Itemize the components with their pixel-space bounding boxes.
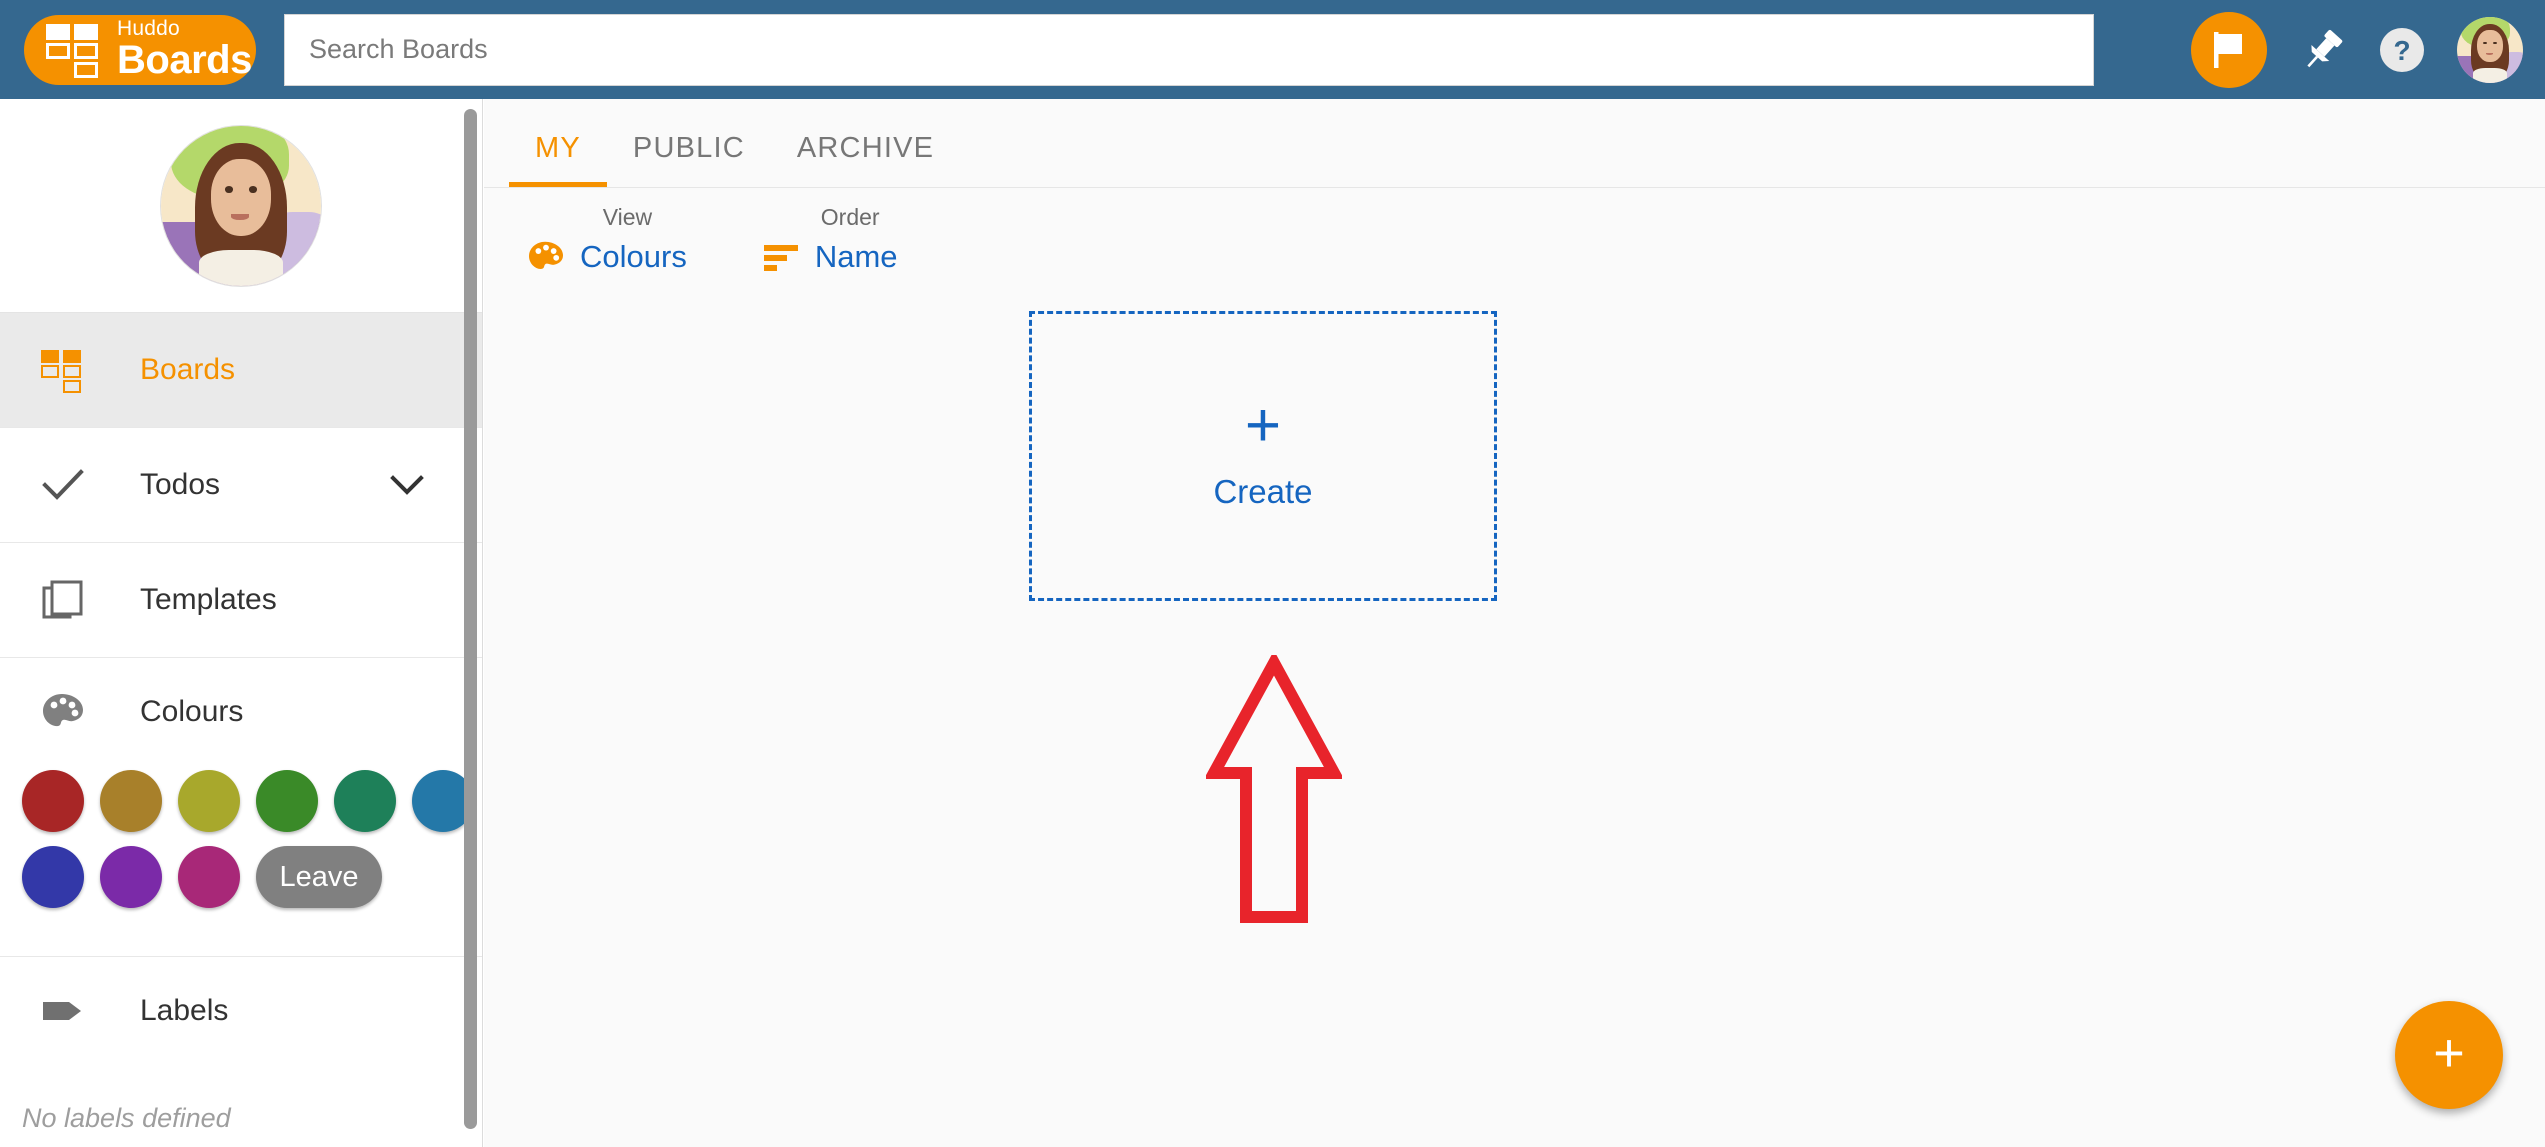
app-logo[interactable]: Huddo Boards bbox=[24, 14, 256, 85]
top-bar: Huddo Boards Search Boards ? bbox=[0, 0, 2545, 99]
colour-swatch[interactable] bbox=[22, 846, 84, 908]
help-question-icon: ? bbox=[2380, 27, 2424, 72]
sidebar-item-label: Templates bbox=[140, 583, 277, 616]
view-caption: View bbox=[602, 204, 653, 230]
create-board-label: Create bbox=[1213, 472, 1313, 510]
order-group: Order Name bbox=[759, 204, 898, 275]
view-order-bar: View Colours Order Name bbox=[484, 188, 2545, 275]
plus-icon: + bbox=[1244, 391, 1282, 461]
logo-boards-text: Boards bbox=[117, 37, 252, 82]
colours-header: Colours bbox=[0, 658, 482, 766]
colour-swatch[interactable] bbox=[100, 770, 162, 832]
pin-button[interactable] bbox=[2299, 26, 2347, 74]
search-input[interactable] bbox=[285, 14, 2093, 85]
tag-icon bbox=[34, 996, 92, 1026]
sidebar-item-templates[interactable]: Templates bbox=[0, 543, 482, 658]
colour-swatches: Leave bbox=[0, 766, 482, 956]
flag-icon bbox=[2214, 31, 2242, 68]
flag-button[interactable] bbox=[2191, 11, 2267, 88]
tab-archive[interactable]: ARCHIVE bbox=[771, 132, 960, 187]
arrow-up-annotation bbox=[1203, 650, 1345, 930]
avatar[interactable] bbox=[2457, 16, 2523, 83]
colour-swatch[interactable] bbox=[22, 770, 84, 832]
order-selector[interactable]: Name bbox=[759, 239, 898, 275]
leave-button[interactable]: Leave bbox=[256, 846, 382, 908]
svg-text:?: ? bbox=[2393, 35, 2410, 66]
colours-title: Colours bbox=[140, 695, 244, 728]
create-board-card[interactable]: + Create bbox=[1029, 311, 1497, 601]
colour-swatch[interactable] bbox=[178, 846, 240, 908]
colour-swatch[interactable] bbox=[256, 770, 318, 832]
sidebar: Boards Todos Templates Colours Leave Lab… bbox=[0, 99, 483, 1147]
palette-icon bbox=[524, 240, 568, 274]
board-tabs: MY PUBLIC ARCHIVE bbox=[484, 99, 2545, 188]
sidebar-item-boards[interactable]: Boards bbox=[0, 313, 482, 428]
order-value: Name bbox=[814, 239, 898, 274]
main-content: MY PUBLIC ARCHIVE View Colours Order Nam… bbox=[484, 99, 2545, 1147]
logo-text: Huddo Boards bbox=[117, 18, 252, 82]
sidebar-item-label: Todos bbox=[140, 468, 221, 501]
tab-my[interactable]: MY bbox=[509, 132, 607, 187]
labels-title: Labels bbox=[140, 994, 229, 1027]
check-icon bbox=[34, 468, 92, 502]
sidebar-profile bbox=[0, 99, 482, 313]
tab-public[interactable]: PUBLIC bbox=[607, 132, 771, 187]
view-group: View Colours bbox=[524, 204, 687, 275]
sidebar-colours-section: Colours Leave bbox=[0, 658, 482, 957]
colour-row-2: Leave bbox=[22, 846, 482, 908]
pin-icon bbox=[2307, 29, 2343, 67]
boards-area: + Create bbox=[484, 275, 2545, 923]
sidebar-avatar[interactable] bbox=[161, 125, 321, 286]
labels-empty-text: No labels defined bbox=[22, 1103, 231, 1133]
sort-lines-icon bbox=[759, 242, 803, 272]
app-root: Huddo Boards Search Boards ? Boards Todo… bbox=[0, 0, 2545, 1147]
view-value: Colours bbox=[580, 239, 687, 274]
chevron-down-icon[interactable] bbox=[390, 474, 424, 496]
add-board-fab[interactable]: + bbox=[2395, 1001, 2503, 1109]
sidebar-item-todos[interactable]: Todos bbox=[0, 428, 482, 543]
sidebar-labels-section: Labels No labels defined bbox=[0, 957, 482, 1134]
sidebar-item-label: Boards bbox=[140, 353, 236, 386]
huddo-grid-icon bbox=[46, 23, 104, 78]
colour-swatch[interactable] bbox=[100, 846, 162, 908]
order-caption: Order bbox=[820, 204, 880, 230]
copy-icon bbox=[34, 579, 92, 621]
top-actions: ? bbox=[2191, 11, 2523, 88]
colour-swatch[interactable] bbox=[178, 770, 240, 832]
sidebar-scrollbar[interactable] bbox=[464, 109, 477, 1129]
search-bar[interactable] bbox=[284, 13, 2094, 86]
colour-row-1 bbox=[22, 770, 482, 832]
help-button[interactable]: ? bbox=[2379, 27, 2425, 73]
palette-icon bbox=[34, 692, 92, 732]
boards-grid-icon bbox=[34, 350, 92, 393]
labels-header: Labels bbox=[0, 957, 482, 1065]
colour-swatch[interactable] bbox=[334, 770, 396, 832]
plus-icon: + bbox=[2433, 1023, 2465, 1083]
view-selector[interactable]: Colours bbox=[524, 239, 687, 275]
logo-huddo-text: Huddo bbox=[117, 16, 180, 40]
